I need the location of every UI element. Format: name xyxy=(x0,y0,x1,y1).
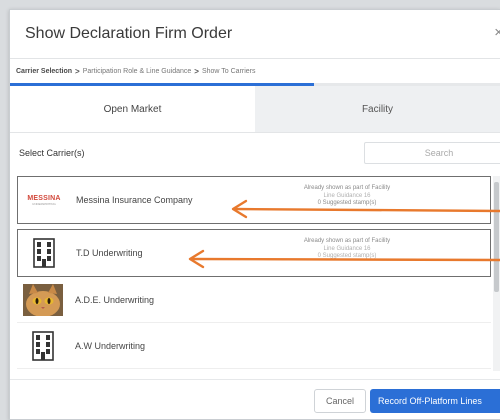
breadcrumb: Carrier Selection > Participation Role &… xyxy=(10,59,500,83)
carrier-logo xyxy=(22,235,66,271)
scrollbar-thumb[interactable] xyxy=(494,182,499,292)
carrier-list-scrollbar[interactable] xyxy=(493,176,500,371)
record-off-platform-lines-button[interactable]: Record Off-Platform Lines xyxy=(370,389,500,413)
step-progress-fill xyxy=(10,83,314,86)
building-icon xyxy=(32,330,54,361)
carrier-row-ade-underwriting[interactable]: A.D.E. Underwriting xyxy=(17,277,491,323)
carrier-row-td-underwriting[interactable]: T.D Underwriting Already shown as part o… xyxy=(17,229,491,277)
carrier-logo xyxy=(21,282,65,318)
carrier-logo xyxy=(21,328,65,364)
step-progress-bar xyxy=(10,83,500,86)
breadcrumb-step-show-to-carriers[interactable]: Show To Carriers xyxy=(202,68,256,75)
select-carriers-label: Select Carrier(s) xyxy=(19,148,85,158)
market-tabs: Open Market Facility xyxy=(10,86,500,133)
building-icon xyxy=(33,238,55,268)
carrier-row-aw-underwriting[interactable]: A.W Underwriting xyxy=(17,323,491,369)
carrier-name: T.D Underwriting xyxy=(76,248,143,258)
tab-facility[interactable]: Facility xyxy=(255,86,500,132)
breadcrumb-step-participation-role[interactable]: Participation Role & Line Guidance xyxy=(83,68,192,75)
carrier-name: A.W Underwriting xyxy=(75,340,146,351)
cat-photo xyxy=(23,283,63,316)
carrier-status: Already shown as part of Facility Line G… xyxy=(303,185,391,206)
tab-open-market[interactable]: Open Market xyxy=(10,86,255,132)
close-icon[interactable]: × xyxy=(494,24,500,41)
select-carrier-row: Select Carrier(s) xyxy=(10,133,500,173)
carrier-name: A.D.E. Underwriting xyxy=(75,294,155,305)
carrier-logo: MESSINA UNDERWRITING xyxy=(22,182,66,218)
messina-logo: MESSINA UNDERWRITING xyxy=(27,194,61,206)
cancel-button[interactable]: Cancel xyxy=(314,389,366,413)
carrier-row-messina[interactable]: MESSINA UNDERWRITING Messina Insurance C… xyxy=(17,176,491,224)
modal-title: Show Declaration Firm Order xyxy=(25,25,233,42)
breadcrumb-separator-icon: > xyxy=(194,66,199,76)
carrier-list: MESSINA UNDERWRITING Messina Insurance C… xyxy=(17,176,491,371)
carrier-name: Messina Insurance Company xyxy=(76,195,193,205)
breadcrumb-step-carrier-selection[interactable]: Carrier Selection xyxy=(16,68,72,75)
breadcrumb-separator-icon: > xyxy=(75,66,80,76)
modal-footer: Cancel Record Off-Platform Lines xyxy=(10,379,500,419)
modal-header: Show Declaration Firm Order × xyxy=(10,10,500,59)
carrier-status: Already shown as part of Facility Line G… xyxy=(303,238,391,259)
carrier-search-input[interactable] xyxy=(364,142,500,164)
